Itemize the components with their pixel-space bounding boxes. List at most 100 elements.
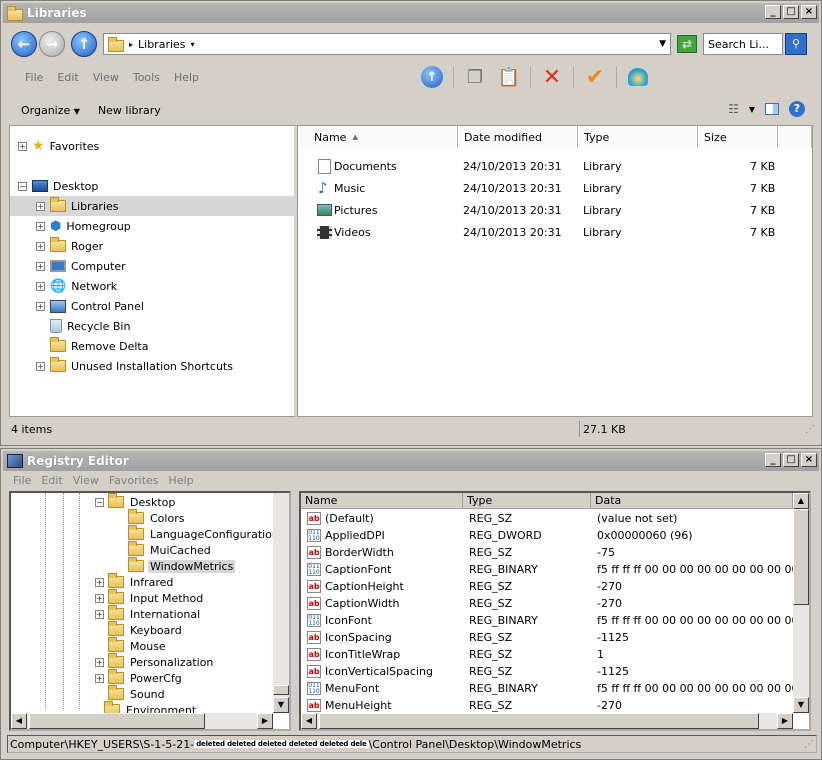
expander[interactable]: + [95, 593, 104, 603]
reg-value-row[interactable]: ab CaptionWidth REG_SZ -270 [301, 595, 791, 612]
menu-edit[interactable]: Edit [57, 71, 78, 84]
tree-item-control-panel[interactable]: + Control Panel [36, 296, 144, 316]
minimize-button[interactable]: _ [765, 5, 781, 19]
preview-pane-icon[interactable] [765, 103, 779, 115]
address-chevron-icon[interactable]: ▾ [191, 40, 195, 49]
paste-icon[interactable]: 📋 [496, 65, 522, 89]
expander[interactable]: + [95, 609, 104, 619]
expander[interactable]: + [36, 281, 45, 291]
expander[interactable]: + [36, 221, 45, 231]
copy-icon[interactable]: ❐ [462, 65, 488, 89]
reg-key-infrared[interactable]: + Infrared [95, 573, 175, 590]
reg-value-row[interactable]: 011 110 CaptionFont REG_BINARY f5 ff ff ff 0… [301, 561, 793, 578]
column-header-name[interactable]: Name [301, 493, 463, 509]
tree-item-remove-delta[interactable]: Remove Delta [50, 336, 148, 356]
reg-value-row[interactable]: 011 110 IconFont REG_BINARY f5 ff ff ff 00 0… [301, 612, 793, 629]
tree-scroll-right-icon[interactable]: ▶ [257, 713, 273, 729]
expander[interactable]: + [95, 673, 104, 683]
regedit-minimize-button[interactable]: _ [765, 453, 781, 467]
reg-key-muicached[interactable]: MuiCached [115, 541, 213, 558]
up-button[interactable]: ↑ [71, 31, 97, 57]
expander[interactable]: − [95, 497, 104, 507]
resize-grip-icon[interactable]: ⋰ [804, 739, 814, 750]
reg-value-row[interactable]: ab CaptionHeight REG_SZ -270 [301, 578, 791, 595]
new-library-button[interactable]: New library [98, 104, 161, 117]
tree-horizontal-scrollbar[interactable]: ◀ ▶ [11, 713, 273, 729]
back-button[interactable]: ← [11, 31, 37, 57]
reg-value-row[interactable]: 011 110 AppliedDPI REG_DWORD 0x00000060 (96) [301, 527, 791, 544]
tree-item-unused-shortcuts[interactable]: + Unused Installation Shortcuts [36, 356, 233, 376]
tree-item-favorites[interactable]: + ★ Favorites [18, 136, 99, 156]
forward-button[interactable]: → [39, 31, 65, 57]
tree-item-desktop[interactable]: − Desktop [18, 176, 98, 196]
file-row-documents[interactable]: Documents 24/10/2013 20:31 Library 7 KB [298, 156, 812, 178]
values-vertical-scrollbar[interactable]: ▲ ▼ [793, 493, 809, 713]
values-hscroll-thumb[interactable] [319, 713, 759, 729]
search-input[interactable]: Search Li... [703, 33, 783, 55]
tree-hscroll-thumb[interactable] [29, 713, 205, 729]
reg-key-input-method[interactable]: + Input Method [95, 589, 205, 606]
reg-menu-view[interactable]: View [73, 474, 99, 487]
expander[interactable]: + [36, 361, 45, 371]
values-horizontal-scrollbar[interactable]: ◀ ▶ [301, 713, 793, 729]
reg-key-desktop[interactable]: − Desktop [95, 493, 177, 510]
menu-help[interactable]: Help [174, 71, 199, 84]
view-chevron-icon[interactable]: ▼ [749, 105, 755, 114]
values-scroll-thumb[interactable] [793, 509, 809, 605]
expander[interactable]: + [95, 657, 104, 667]
reg-menu-edit[interactable]: Edit [41, 474, 62, 487]
explorer-titlebar[interactable]: Libraries _ □ × [3, 3, 819, 23]
tree-item-libraries[interactable]: + Libraries [10, 196, 296, 216]
expander[interactable]: + [36, 301, 45, 311]
tree-item-recycle-bin[interactable]: Recycle Bin [50, 316, 130, 336]
reg-key-languageconfiguration[interactable]: LanguageConfiguration [115, 525, 281, 542]
values-scroll-right-icon[interactable]: ▶ [777, 713, 793, 729]
tree-item-roger[interactable]: + Roger [36, 236, 103, 256]
expander[interactable]: + [95, 577, 104, 587]
column-header-type[interactable]: Type [463, 493, 591, 509]
tree-scroll-down-icon[interactable]: ▼ [273, 697, 289, 713]
reg-key-keyboard[interactable]: Keyboard [95, 621, 184, 638]
expander[interactable]: + [36, 201, 45, 211]
up-folder-icon[interactable]: ↑ [419, 65, 445, 89]
search-icon[interactable]: ⚲ [785, 33, 807, 55]
tree-scroll-left-icon[interactable]: ◀ [11, 713, 27, 729]
reg-key-personalization[interactable]: + Personalization [95, 653, 215, 670]
reg-key-windowmetrics[interactable]: WindowMetrics [115, 557, 236, 574]
view-options-icon[interactable]: ☷ [728, 102, 739, 116]
tree-item-network[interactable]: + 🌐 Network [36, 276, 117, 296]
maximize-button[interactable]: □ [783, 5, 799, 19]
reg-key-colors[interactable]: Colors [115, 509, 186, 526]
address-input[interactable]: ▸ Libraries ▾ ▼ [103, 33, 671, 55]
tree-item-homegroup[interactable]: + ⬢ Homegroup [36, 216, 131, 236]
regedit-maximize-button[interactable]: □ [783, 453, 799, 467]
column-header-date[interactable]: Date modified [458, 126, 578, 148]
shell-icon[interactable] [625, 65, 651, 89]
expander[interactable]: − [18, 181, 27, 191]
reg-menu-file[interactable]: File [13, 474, 31, 487]
column-header-type[interactable]: Type [578, 126, 698, 148]
reg-key-powercfg[interactable]: + PowerCfg [95, 669, 184, 686]
tree-scroll-thumb[interactable] [273, 685, 289, 695]
reg-value-row[interactable]: 011 110 MenuFont REG_BINARY f5 ff ff ff 00 0… [301, 680, 793, 697]
menu-tools[interactable]: Tools [133, 71, 160, 84]
close-button[interactable]: × [801, 5, 817, 19]
regedit-close-button[interactable]: × [801, 453, 817, 467]
menu-file[interactable]: File [25, 71, 43, 84]
tree-item-computer[interactable]: + Computer [36, 256, 126, 276]
reg-value-row[interactable]: ab IconVerticalSpacing REG_SZ -1125 [301, 663, 791, 680]
reg-key-sound[interactable]: Sound [95, 685, 167, 702]
file-row-music[interactable]: ♪ Music 24/10/2013 20:31 Library 7 KB [298, 178, 812, 200]
reg-value-row[interactable]: ab IconTitleWrap REG_SZ 1 [301, 646, 791, 663]
help-icon[interactable]: ? [789, 101, 805, 117]
reg-menu-favorites[interactable]: Favorites [109, 474, 159, 487]
values-scroll-down-icon[interactable]: ▼ [793, 697, 809, 713]
regedit-titlebar[interactable]: Registry Editor _ □ × [3, 451, 819, 471]
column-header-name[interactable]: Name ▲ [298, 126, 458, 148]
file-row-videos[interactable]: Videos 24/10/2013 20:31 Library 7 KB [298, 222, 812, 244]
column-header-size[interactable]: Size [698, 126, 778, 148]
column-header-data[interactable]: Data [591, 493, 793, 509]
delete-icon[interactable]: ✕ [539, 65, 565, 90]
reg-menu-help[interactable]: Help [169, 474, 194, 487]
reg-value-row[interactable]: ab (Default) REG_SZ (value not set) [301, 510, 791, 527]
